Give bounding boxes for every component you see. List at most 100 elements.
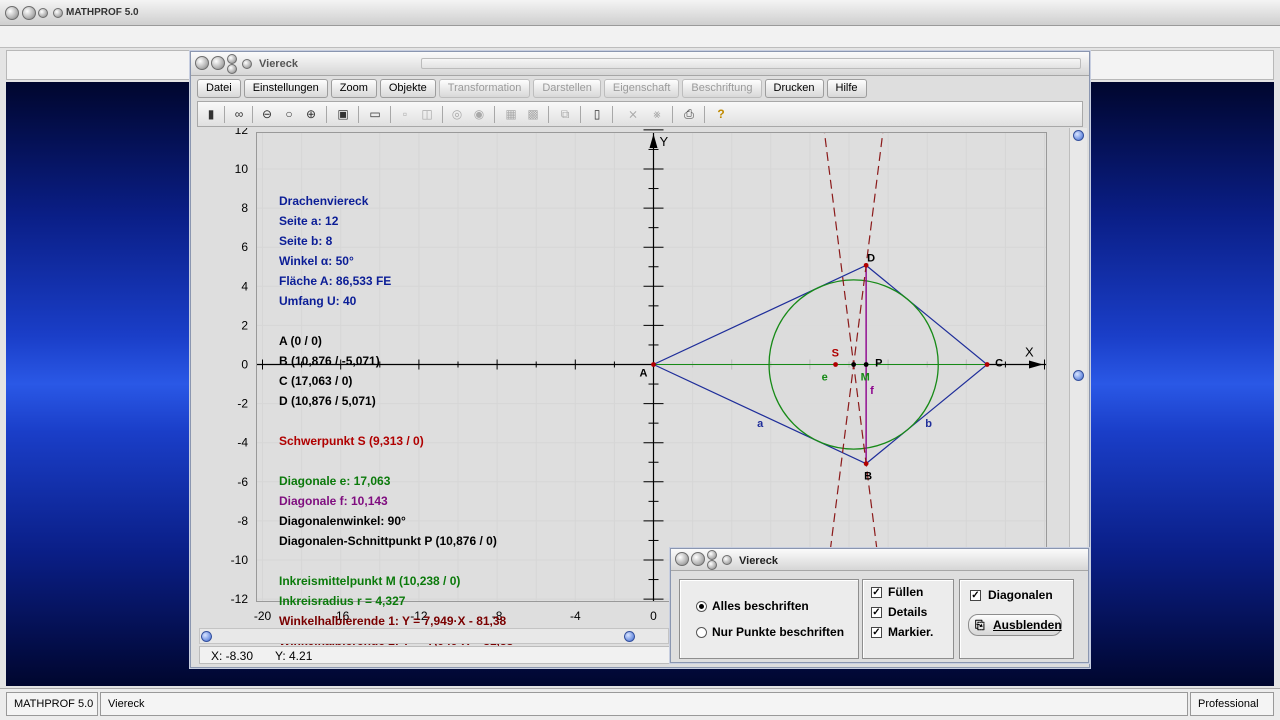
info-seite-b: Seite b: 8: [279, 234, 333, 248]
window-restore-icon[interactable]: [227, 54, 237, 64]
scroll-left-knob[interactable]: [201, 631, 212, 642]
menu-beschriftung[interactable]: Beschriftung: [682, 79, 762, 98]
dual-box-icon[interactable]: ◫: [418, 106, 436, 123]
checkbox-markier[interactable]: ✓: [871, 627, 882, 638]
panel-close-icon[interactable]: [675, 552, 689, 566]
menu-zoom[interactable]: Zoom: [330, 79, 377, 98]
checkbox-details-label: Details: [888, 605, 928, 619]
calculator-icon[interactable]: ▮: [202, 106, 220, 123]
toolbar-separator: [704, 106, 705, 123]
close-orb-icon[interactable]: [5, 6, 19, 20]
kite-shapes: [652, 133, 989, 601]
info-winkelhalbierende-1: Winkelhalbierende 1: Y = 7,949·X - 81,38: [279, 614, 507, 628]
toolbar: ▮ ∞ ⊖ ○ ⊕ ▣ ▭ ▫ ◫ ◎ ◉ ▦ ▩ ⧉ ▯ ⨯ ⨳ ⎙ ?: [197, 101, 1083, 127]
window-close-icon[interactable]: [195, 56, 209, 70]
glasses-icon[interactable]: ∞: [230, 106, 248, 123]
y-axis-label: Y: [660, 134, 669, 149]
info-flaeche: Fläche A: 86,533 FE: [279, 274, 391, 288]
box-icon[interactable]: ▫: [396, 106, 414, 123]
window-titlebar[interactable]: Viereck: [191, 52, 1089, 76]
info-diagonale-e: Diagonale e: 17,063: [279, 474, 391, 488]
help-icon[interactable]: ?: [712, 106, 730, 123]
menu-drucken[interactable]: Drucken: [764, 79, 824, 98]
grid-icon[interactable]: ▩: [524, 106, 542, 123]
zoom-out-icon[interactable]: ⊖: [258, 106, 276, 123]
zoom-icon[interactable]: ○: [280, 106, 298, 123]
radio-alles-beschriften[interactable]: [696, 601, 707, 612]
y-tick-label: 0: [241, 358, 248, 372]
window-menu-icon[interactable]: [227, 64, 237, 74]
info-block: Drachenviereck Seite a: 12 Seite b: 8 Wi…: [279, 194, 514, 646]
panel-minimize-icon[interactable]: [691, 552, 705, 566]
target-2-icon[interactable]: ◉: [470, 106, 488, 123]
label-c: C: [995, 358, 1003, 370]
checkbox-diagonalen-label: Diagonalen: [988, 588, 1053, 602]
table-icon[interactable]: ▦: [502, 106, 520, 123]
menu-objekte[interactable]: Objekte: [379, 79, 436, 98]
properties-icon[interactable]: ▣: [334, 106, 352, 123]
y-tick-label: 12: [235, 128, 249, 137]
target-icon[interactable]: ◎: [448, 106, 466, 123]
checkbox-details[interactable]: ✓: [871, 607, 882, 618]
checkbox-fuellen-label: Füllen: [888, 585, 924, 599]
info-diagonale-f: Diagonale f: 10,143: [279, 494, 388, 508]
menu-eigenschaft[interactable]: Eigenschaft: [603, 79, 680, 98]
label-s: S: [832, 348, 839, 360]
panel-pin-icon[interactable]: [722, 555, 732, 565]
info-diagonalenwinkel: Diagonalenwinkel: 90°: [279, 514, 406, 528]
vertical-scroll-thumb[interactable]: [1073, 370, 1084, 381]
menu-darstellen[interactable]: Darstellen: [533, 79, 601, 98]
checkbox-diagonalen[interactable]: ✓: [970, 590, 981, 601]
double-cross-icon[interactable]: ⨳: [648, 106, 666, 123]
app-title: MATHPROF 5.0: [66, 7, 139, 18]
zoom-in-icon[interactable]: ⊕: [302, 106, 320, 123]
x-axis-arrow-icon: [1029, 360, 1043, 369]
cross-icon[interactable]: ⨯: [624, 106, 642, 123]
checkbox-markier-label: Markier.: [888, 625, 934, 639]
toolbar-separator: [442, 106, 443, 123]
y-tick-label: -12: [231, 592, 249, 606]
menu-transformation[interactable]: Transformation: [438, 79, 531, 98]
status-module: Viereck: [100, 692, 1188, 716]
label-b: B: [864, 471, 872, 483]
app-menu-orb-icon[interactable]: [53, 8, 63, 18]
window-icon[interactable]: ▭: [366, 106, 384, 123]
printer-icon[interactable]: ⎙: [680, 106, 698, 123]
horizontal-scrollbar[interactable]: [199, 628, 669, 644]
centroid-marker: [833, 362, 838, 367]
ausblenden-button[interactable]: ⎘ Ausblenden: [968, 614, 1062, 636]
minimize-orb-icon[interactable]: [22, 6, 36, 20]
coord-x: X: -8.30: [211, 649, 254, 663]
menu-hilfe[interactable]: Hilfe: [826, 79, 867, 98]
panel-menu-icon[interactable]: [707, 560, 717, 570]
y-tick-label: -8: [237, 514, 248, 528]
toolbar-separator: [672, 106, 673, 123]
toolbar-separator: [494, 106, 495, 123]
scroll-up-knob[interactable]: [1073, 130, 1084, 141]
window-title: Viereck: [259, 58, 298, 70]
panel-titlebar[interactable]: Viereck: [671, 549, 1088, 571]
toolbar-separator: [580, 106, 581, 123]
info-winkel: Winkel α: 50°: [279, 254, 354, 268]
horizontal-scroll-thumb[interactable]: [624, 631, 635, 642]
y-tick-label: -2: [237, 397, 248, 411]
window-pin-icon[interactable]: [242, 59, 252, 69]
y-tick-label: 6: [241, 240, 248, 254]
display-group: ✓ Füllen ✓ Details ✓ Markier.: [862, 579, 954, 659]
y-axis-arrow-icon: [649, 134, 658, 148]
restore-orb-icon[interactable]: [38, 8, 48, 18]
checkbox-fuellen[interactable]: ✓: [871, 587, 882, 598]
info-point-b: B (10,876 / -5,071): [279, 354, 380, 368]
x-tick-label: -20: [254, 609, 272, 623]
window-minimize-icon[interactable]: [211, 56, 225, 70]
menu-datei[interactable]: Datei: [197, 79, 241, 98]
label-diag-f: f: [870, 385, 874, 397]
x-tick-label: 0: [650, 609, 657, 623]
arrange-icon[interactable]: ⧉: [556, 106, 574, 123]
vertex-marker: [863, 461, 869, 467]
panel-restore-icon[interactable]: [707, 550, 717, 560]
pages-icon[interactable]: ▯: [588, 106, 606, 123]
radio-nur-punkte[interactable]: [696, 627, 707, 638]
menu-einstellungen[interactable]: Einstellungen: [243, 79, 328, 98]
window-title-track: [421, 58, 1081, 69]
